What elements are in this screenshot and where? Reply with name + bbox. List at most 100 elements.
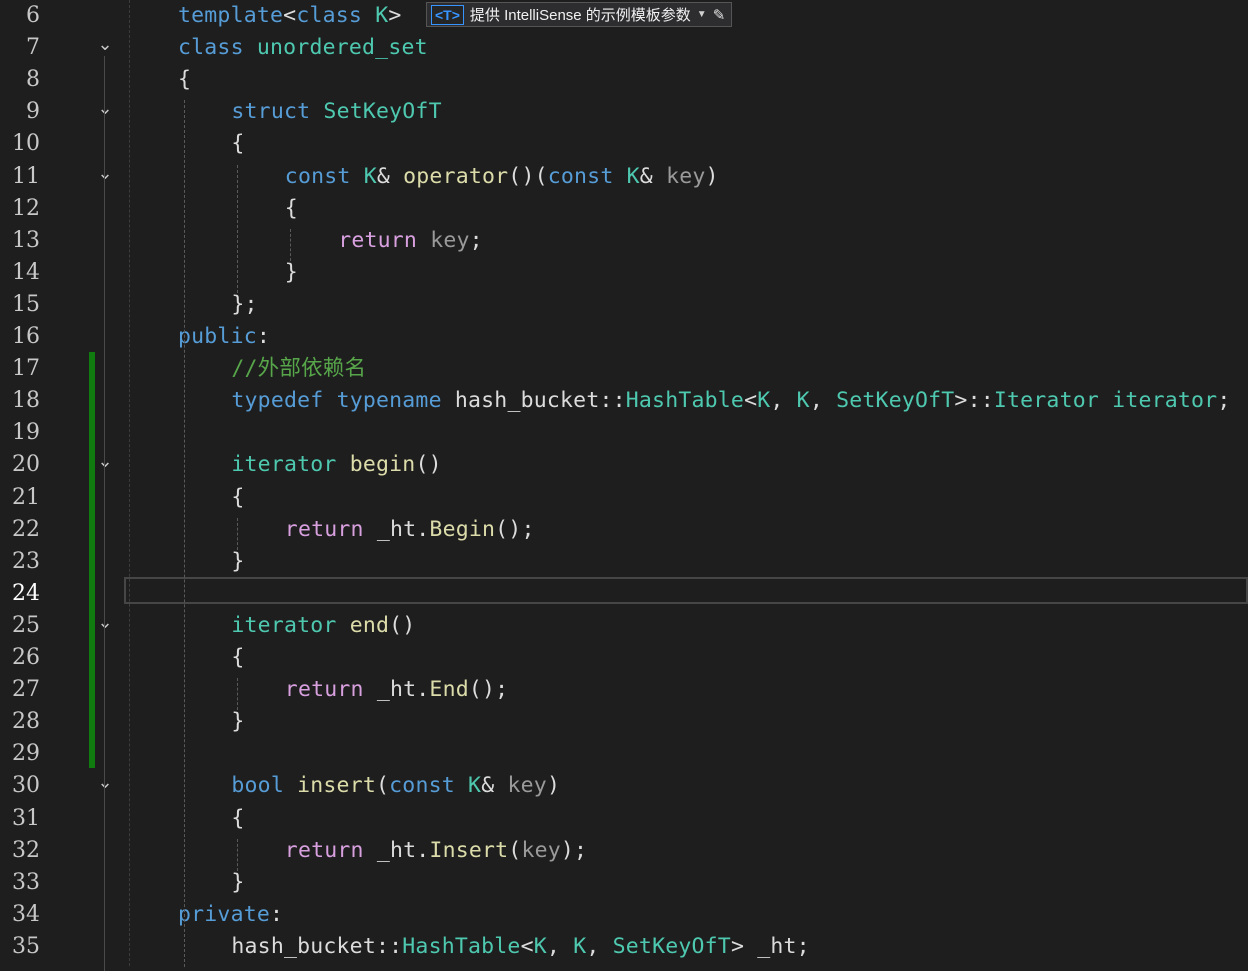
line-number: 9 xyxy=(26,99,40,125)
code-line[interactable]: 9 ⌄ struct SetKeyOfT xyxy=(0,96,1248,128)
fold-chevron-icon[interactable]: ⌄ xyxy=(96,164,114,185)
line-number: 24 xyxy=(12,580,40,606)
code-text[interactable]: } xyxy=(231,706,244,738)
code-token: (); xyxy=(495,516,535,542)
line-number: 34 xyxy=(12,901,40,927)
fold-chevron-icon[interactable]: ⌄ xyxy=(96,36,114,56)
fold-chevron-icon[interactable]: ⌄ xyxy=(96,453,114,473)
code-token: end xyxy=(349,612,390,638)
code-line[interactable]: 21 { xyxy=(0,482,1248,514)
code-text[interactable]: { xyxy=(285,193,298,225)
code-text[interactable]: class unordered_set xyxy=(178,32,428,64)
code-text[interactable]: } xyxy=(231,867,244,899)
code-token: class xyxy=(178,35,244,61)
code-token: return xyxy=(284,516,364,542)
code-line[interactable]: 33} xyxy=(0,867,1248,899)
code-text[interactable]: public: xyxy=(178,321,270,353)
fold-chevron-icon[interactable]: ⌄ xyxy=(96,613,114,634)
code-token: ( xyxy=(376,773,390,799)
code-text[interactable]: } xyxy=(285,257,298,289)
code-token: K xyxy=(533,933,547,959)
code-line[interactable]: 14} xyxy=(0,257,1248,289)
code-text[interactable]: typedef typename hash_bucket::HashTable<… xyxy=(231,385,1230,417)
code-line[interactable]: 27 return _ht.End(); xyxy=(0,674,1248,706)
code-line[interactable]: 35 hash_bucket::HashTable<K, K, SetKeyOfT… xyxy=(0,931,1248,963)
code-line[interactable]: 16 public: xyxy=(0,321,1248,353)
line-number: 25 xyxy=(12,612,40,638)
code-text[interactable]: iterator end() xyxy=(231,610,415,642)
code-line[interactable]: 17 //外部依赖名 xyxy=(0,353,1248,385)
code-line[interactable]: 11 ⌄ const K& operator()(const K& key) xyxy=(0,161,1248,193)
line-number: 32 xyxy=(12,837,40,863)
code-line[interactable]: 18 typedef typename hash_bucket::HashTabl… xyxy=(0,385,1248,417)
code-token: } xyxy=(231,548,245,574)
line-number: 16 xyxy=(12,324,40,349)
code-token: ; xyxy=(796,933,810,959)
code-token: & xyxy=(639,163,667,189)
code-token: ; xyxy=(1217,388,1231,414)
code-token: :: xyxy=(375,933,403,959)
code-text[interactable]: }; xyxy=(231,289,257,321)
code-text[interactable]: bool insert(const K& key) xyxy=(231,770,560,802)
code-token: . xyxy=(416,837,430,863)
code-token: const xyxy=(389,773,455,799)
code-line[interactable]: 29 xyxy=(0,738,1248,770)
code-line[interactable]: 10 { xyxy=(0,128,1248,160)
code-line[interactable]: 8{ xyxy=(0,64,1248,96)
code-token: private xyxy=(178,901,271,927)
code-token: hash_bucket xyxy=(454,388,600,414)
code-text[interactable]: hash_bucket::HashTable<K, K, SetKeyOfT> … xyxy=(231,931,809,963)
code-line[interactable]: 13 return key; xyxy=(0,225,1248,257)
code-text[interactable]: { xyxy=(231,482,244,514)
code-line[interactable]: 28} xyxy=(0,706,1248,738)
code-line[interactable]: 34 private: xyxy=(0,899,1248,931)
code-editor[interactable]: 6 template<class K> 7 ⌄ class unordered_set 8… xyxy=(0,0,1248,971)
fold-chevron-icon[interactable]: ⌄ xyxy=(96,774,114,794)
template-param-tag[interactable]: <T> xyxy=(431,4,464,25)
code-line[interactable]: 19 xyxy=(0,417,1248,449)
code-line[interactable]: 23} xyxy=(0,546,1248,578)
code-line[interactable]: 26 { xyxy=(0,642,1248,674)
code-line[interactable]: 7 ⌄ class unordered_set xyxy=(0,32,1248,64)
code-text[interactable]: return key; xyxy=(338,225,483,257)
code-text[interactable]: struct SetKeyOfT xyxy=(231,96,441,128)
intellisense-template-bar[interactable]: <T> 提供 IntelliSense 的示例模板参数 ▼ ✎ xyxy=(426,2,733,27)
code-line[interactable]: 22 return _ht.Begin(); xyxy=(0,514,1248,546)
chevron-down-icon[interactable]: ▼ xyxy=(697,9,707,20)
line-number: 33 xyxy=(12,869,40,895)
code-text[interactable]: return _ht.Begin(); xyxy=(285,514,535,546)
code-token: , xyxy=(809,388,837,414)
code-text[interactable]: private: xyxy=(178,899,283,931)
line-number: 11 xyxy=(12,163,40,189)
code-token: const xyxy=(284,163,351,189)
code-text[interactable]: { xyxy=(231,803,244,835)
pencil-icon[interactable]: ✎ xyxy=(713,6,726,24)
code-line[interactable]: 25 ⌄ iterator end() xyxy=(0,610,1248,642)
code-line[interactable]: 20 ⌄ iterator begin() xyxy=(0,449,1248,481)
code-token: operator xyxy=(403,163,509,189)
code-text[interactable]: return _ht.End(); xyxy=(285,674,509,706)
line-number: 6 xyxy=(26,3,40,28)
line-number: 7 xyxy=(26,35,40,61)
code-line[interactable]: 32 return _ht.Insert(key); xyxy=(0,835,1248,867)
code-text[interactable]: template<class K> xyxy=(178,0,402,32)
fold-chevron-icon[interactable]: ⌄ xyxy=(96,100,114,120)
code-text[interactable]: } xyxy=(231,546,244,578)
code-line[interactable]: 31 { xyxy=(0,803,1248,835)
code-token: } xyxy=(231,869,245,895)
code-text[interactable]: { xyxy=(231,642,244,674)
code-line[interactable]: 30 ⌄ bool insert(const K& key) xyxy=(0,770,1248,802)
code-text[interactable]: return _ht.Insert(key); xyxy=(285,835,587,867)
code-text[interactable]: //外部依赖名 xyxy=(231,353,366,385)
code-text[interactable]: const K& operator()(const K& key) xyxy=(285,161,719,193)
code-text[interactable]: { xyxy=(178,64,191,96)
code-text[interactable]: { xyxy=(231,128,244,160)
code-line[interactable]: 12 { xyxy=(0,193,1248,225)
code-line[interactable]: 15}; xyxy=(0,289,1248,321)
code-line[interactable]: 24 xyxy=(0,578,1248,610)
code-text[interactable]: iterator begin() xyxy=(231,449,441,481)
